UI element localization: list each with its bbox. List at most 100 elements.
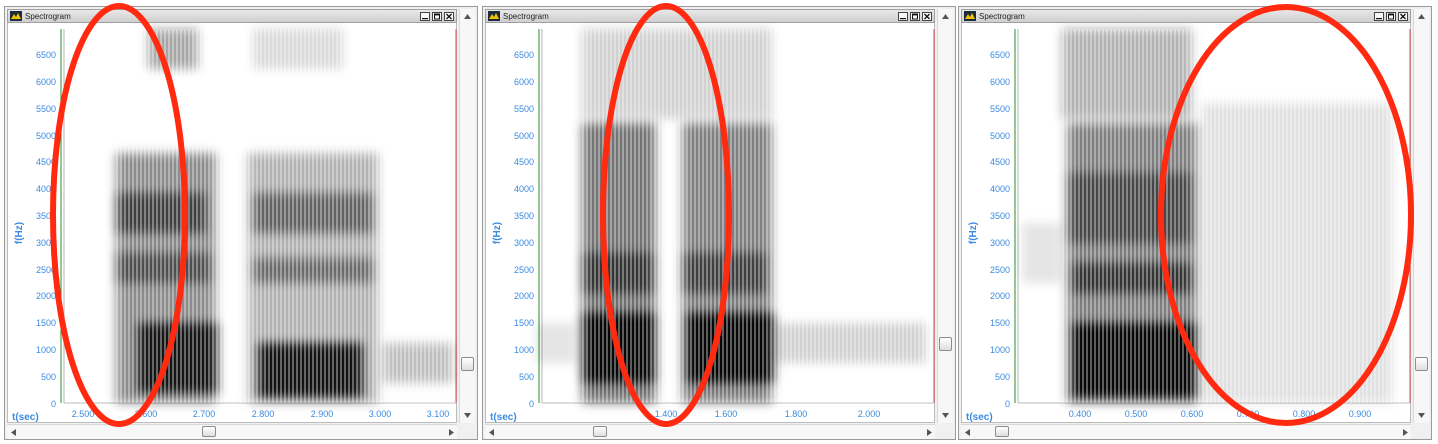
- y-tick-label: 500: [41, 372, 56, 382]
- horizontal-scroll-thumb[interactable]: [995, 426, 1009, 437]
- resize-grip[interactable]: [937, 424, 953, 439]
- scroll-right-button[interactable]: [445, 425, 457, 439]
- y-tick-label: 4500: [990, 157, 1010, 167]
- y-axis: 6500 6000 5500 5000 4500 4000 3500 3000 …: [514, 50, 534, 409]
- vertical-scroll-thumb[interactable]: [461, 357, 474, 371]
- x-tick-label: 2.000: [858, 409, 881, 419]
- restore-button[interactable]: [910, 11, 920, 21]
- x-tick-label: 3.000: [369, 409, 392, 419]
- vertical-scroll-thumb[interactable]: [1415, 357, 1428, 371]
- minimize-button[interactable]: [1374, 11, 1384, 21]
- scroll-down-button[interactable]: [1414, 408, 1429, 423]
- y-tick-label: 1000: [514, 345, 534, 355]
- window-titlebar[interactable]: Spectrogram: [961, 9, 1411, 23]
- y-tick-label: 0: [529, 399, 534, 409]
- y-tick-label: 1500: [990, 318, 1010, 328]
- vertical-scrollbar[interactable]: [937, 9, 953, 423]
- y-tick-label: 2500: [514, 265, 534, 275]
- x-axis: 1.400 1.600 1.800 2.000: [655, 409, 881, 419]
- scroll-down-button[interactable]: [460, 408, 475, 423]
- y-tick-label: 3500: [990, 211, 1010, 221]
- window-title: Spectrogram: [503, 11, 549, 21]
- y-tick-label: 0: [51, 399, 56, 409]
- vertical-scrollbar[interactable]: [459, 9, 475, 423]
- restore-button[interactable]: [1386, 11, 1396, 21]
- arrow-right-icon: [448, 428, 454, 436]
- minimize-button[interactable]: [898, 11, 908, 21]
- minimize-button[interactable]: [420, 11, 430, 21]
- scroll-left-button[interactable]: [485, 425, 497, 439]
- spectrogram-plot[interactable]: 6500 6000 5500 5000 4500 4000 3500 3000 …: [485, 23, 935, 423]
- y-tick-label: 4500: [514, 157, 534, 167]
- x-tick-label: 2.500: [72, 409, 95, 419]
- restore-button[interactable]: [432, 11, 442, 21]
- horizontal-scroll-thumb[interactable]: [202, 426, 216, 437]
- horizontal-scrollbar[interactable]: [7, 424, 457, 439]
- y-axis-label: f(Hz): [968, 222, 979, 244]
- y-tick-label: 3000: [514, 238, 534, 248]
- x-tick-label: 0.400: [1069, 409, 1092, 419]
- scroll-up-button[interactable]: [1414, 9, 1429, 24]
- y-tick-label: 3000: [36, 238, 56, 248]
- window-title: Spectrogram: [25, 11, 71, 21]
- close-button[interactable]: [444, 11, 454, 21]
- arrow-down-icon: [942, 413, 949, 418]
- app-icon: [964, 11, 976, 21]
- spectrogram-window-3: Spectrogram 6500 6000 5500 5000 4500 400…: [958, 6, 1432, 440]
- restore-icon: [434, 13, 440, 19]
- y-tick-label: 1000: [990, 345, 1010, 355]
- y-tick-label: 5500: [36, 104, 56, 114]
- window-titlebar[interactable]: Spectrogram: [7, 9, 457, 23]
- x-axis: 2.500 2.600 2.700 2.800 2.900 3.000 3.10…: [72, 409, 450, 419]
- x-tick-label: 2.700: [193, 409, 216, 419]
- close-icon: [924, 13, 930, 19]
- minimize-icon: [1376, 17, 1382, 19]
- y-tick-label: 2000: [990, 291, 1010, 301]
- y-axis: 6500 6000 5500 5000 4500 4000 3500 3000 …: [990, 50, 1010, 409]
- x-tick-label: 0.700: [1237, 409, 1260, 419]
- vertical-scroll-thumb[interactable]: [939, 337, 952, 351]
- spectrogram-plot[interactable]: 6500 6000 5500 5000 4500 4000 3500 3000 …: [7, 23, 457, 423]
- window-title: Spectrogram: [979, 11, 1025, 21]
- arrow-up-icon: [1418, 14, 1425, 19]
- window-titlebar[interactable]: Spectrogram: [485, 9, 935, 23]
- resize-grip[interactable]: [459, 424, 475, 439]
- x-axis-label: t(sec): [966, 412, 993, 423]
- y-tick-label: 2000: [514, 291, 534, 301]
- x-tick-label: 1.400: [655, 409, 678, 419]
- restore-icon: [1388, 13, 1394, 19]
- y-axis-label: f(Hz): [492, 222, 503, 244]
- scroll-up-button[interactable]: [938, 9, 953, 24]
- spectrogram-canvas: 6500 6000 5500 5000 4500 4000 3500 3000 …: [966, 29, 1411, 423]
- y-tick-label: 3500: [514, 211, 534, 221]
- scroll-left-button[interactable]: [7, 425, 19, 439]
- y-tick-label: 4000: [514, 184, 534, 194]
- scroll-right-button[interactable]: [923, 425, 935, 439]
- close-button[interactable]: [1398, 11, 1408, 21]
- arrow-right-icon: [1402, 428, 1408, 436]
- scroll-right-button[interactable]: [1399, 425, 1411, 439]
- scroll-down-button[interactable]: [938, 408, 953, 423]
- vertical-scrollbar[interactable]: [1413, 9, 1429, 423]
- resize-grip[interactable]: [1413, 424, 1429, 439]
- arrow-left-icon: [964, 428, 970, 436]
- y-axis-label: f(Hz): [14, 222, 25, 244]
- y-tick-label: 2500: [990, 265, 1010, 275]
- spectrogram-window-1: Spectrogram 6500 6000 5500 5000 4500 400…: [4, 6, 478, 440]
- x-axis-label: t(sec): [490, 412, 517, 423]
- x-axis: 0.400 0.500 0.600 0.700 0.800 0.900: [1069, 409, 1372, 419]
- y-tick-label: 1500: [514, 318, 534, 328]
- y-tick-label: 5500: [990, 104, 1010, 114]
- y-tick-label: 6500: [36, 50, 56, 60]
- y-axis: 6500 6000 5500 5000 4500 4000 3500 3000 …: [36, 50, 56, 409]
- horizontal-scroll-thumb[interactable]: [593, 426, 607, 437]
- spectrogram-plot[interactable]: 6500 6000 5500 5000 4500 4000 3500 3000 …: [961, 23, 1411, 423]
- close-button[interactable]: [922, 11, 932, 21]
- x-tick-label: 2.600: [135, 409, 158, 419]
- horizontal-scrollbar[interactable]: [961, 424, 1411, 439]
- scroll-up-button[interactable]: [460, 9, 475, 24]
- scroll-left-button[interactable]: [961, 425, 973, 439]
- spectrogram-canvas: 6500 6000 5500 5000 4500 4000 3500 3000 …: [12, 29, 457, 423]
- horizontal-scrollbar[interactable]: [485, 424, 935, 439]
- spectrogram-striations: [116, 29, 456, 403]
